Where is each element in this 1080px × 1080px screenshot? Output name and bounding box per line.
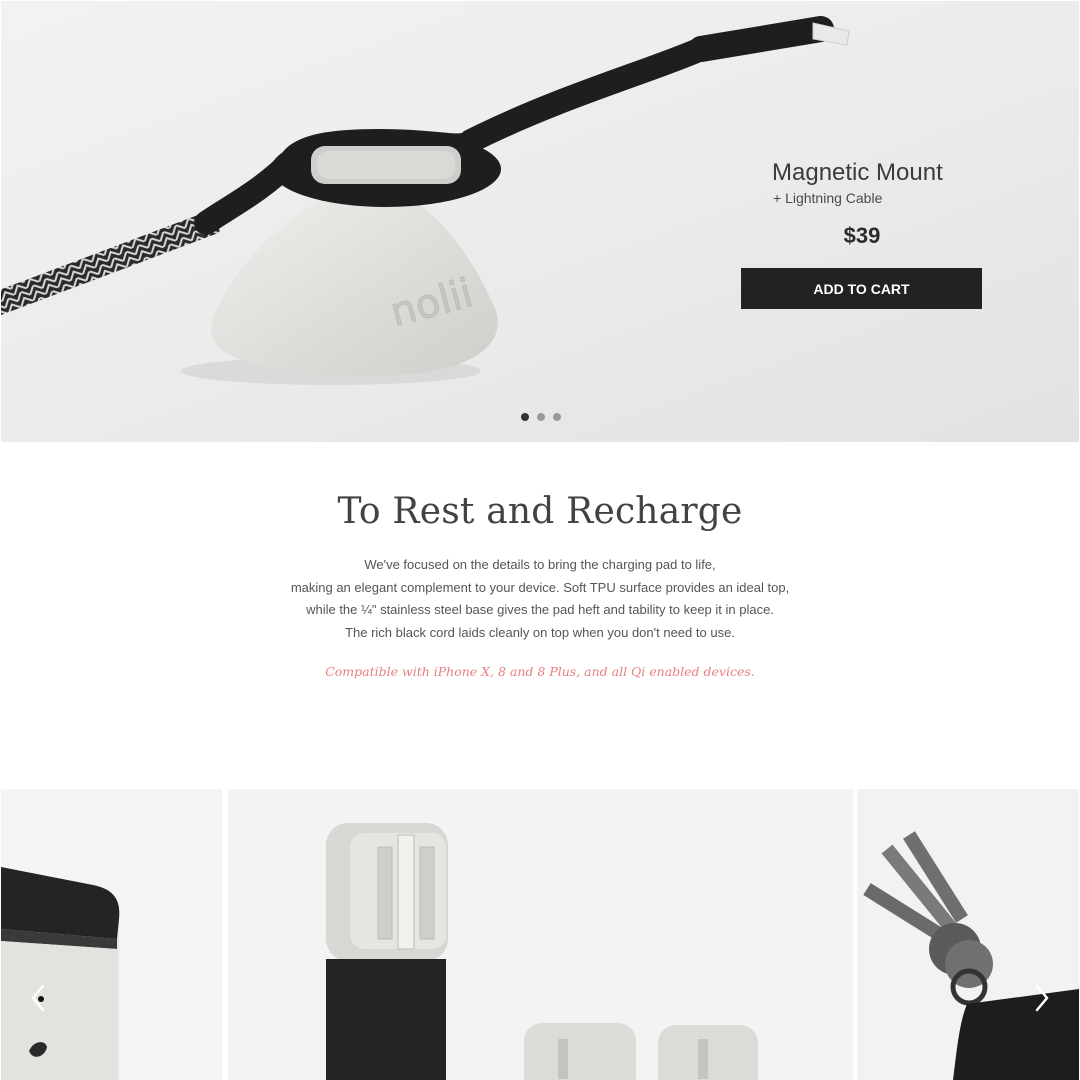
section-heading: To Rest and Recharge	[337, 491, 743, 532]
description-line: making an elegant complement to your dev…	[290, 579, 790, 595]
adapter-products-image	[326, 823, 758, 1080]
product-price: $39	[843, 223, 881, 248]
slider-pagination	[521, 413, 561, 421]
gallery-tile-adapters[interactable]	[228, 789, 853, 1080]
description-line: The rich black cord laids cleanly on top…	[345, 624, 735, 640]
hero-slider: nolii Magnetic Mount + Lightning Cable $…	[1, 1, 1079, 442]
product-title: Magnetic Mount	[772, 159, 943, 186]
description-line: while the ¼" stainless steel base gives …	[306, 602, 774, 617]
compatibility-note: Compatible with iPhone X, 8 and 8 Plus, …	[325, 664, 755, 679]
slider-dot-3[interactable]	[553, 413, 561, 421]
slider-dot-1[interactable]	[521, 413, 529, 421]
slider-dot-2[interactable]	[537, 413, 545, 421]
chevron-left-icon[interactable]	[26, 980, 50, 1016]
gallery-tile-keys[interactable]	[857, 789, 1079, 1080]
section-description: We've focused on the details to bring th…	[0, 554, 1080, 644]
chevron-right-icon[interactable]	[1030, 980, 1054, 1016]
intro-section: To Rest and Recharge We've focused on th…	[0, 443, 1080, 788]
keys-image	[863, 831, 1079, 1080]
product-subtitle: + Lightning Cable	[773, 190, 883, 206]
gallery-tile-charging-pad[interactable]	[1, 789, 222, 1080]
add-to-cart-button[interactable]: ADD TO CART	[741, 268, 982, 309]
description-line: We've focused on the details to bring th…	[364, 557, 716, 572]
hero-product-image: nolii	[1, 16, 850, 385]
charging-pad-image	[1, 867, 120, 1080]
product-gallery	[0, 789, 1080, 1080]
